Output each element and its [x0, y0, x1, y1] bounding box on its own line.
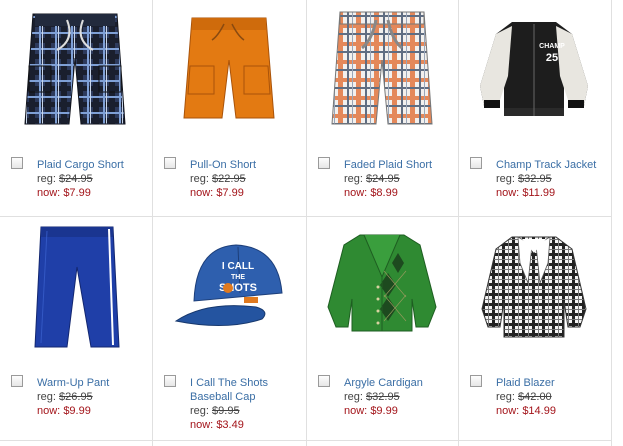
- jacket-print: 25: [546, 52, 558, 64]
- product-image-champ-track-jacket[interactable]: CHAMP 25: [472, 6, 596, 134]
- product-name-link[interactable]: Argyle Cardigan: [344, 376, 469, 390]
- product-image-warm-up-pant[interactable]: [13, 223, 137, 351]
- product-grid: Plaid Cargo Short reg: $24.95 now: $7.99…: [0, 0, 623, 446]
- regular-price: reg: $24.95: [344, 173, 400, 185]
- regular-price: reg: $24.95: [37, 173, 93, 185]
- product-card: Plaid Blazer reg: $42.00 now: $14.99: [459, 217, 611, 433]
- product-name-link[interactable]: Plaid Cargo Short: [37, 158, 162, 172]
- compare-checkbox[interactable]: [164, 157, 176, 169]
- product-name-link[interactable]: Pull-On Short: [190, 158, 315, 172]
- product-card: CHAMP 25 Champ Track Jacket reg: $32.95 …: [459, 0, 611, 216]
- regular-price: reg: $42.00: [496, 391, 552, 403]
- regular-price: reg: $9.95: [190, 405, 240, 417]
- regular-price: reg: $22.95: [190, 173, 246, 185]
- product-image-plaid-blazer[interactable]: [472, 223, 596, 351]
- compare-checkbox[interactable]: [164, 375, 176, 387]
- sale-price: now: $7.99: [37, 187, 91, 199]
- product-name-link[interactable]: Plaid Blazer: [496, 376, 621, 390]
- compare-checkbox[interactable]: [318, 157, 330, 169]
- compare-checkbox[interactable]: [470, 375, 482, 387]
- sale-price: now: $8.99: [344, 187, 398, 199]
- product-card: Pull-On Short reg: $22.95 now: $7.99: [153, 0, 305, 216]
- product-name-link[interactable]: I Call The Shots Baseball Cap: [190, 376, 315, 404]
- regular-price: reg: $32.95: [496, 173, 552, 185]
- sale-price: now: $14.99: [496, 405, 556, 417]
- jacket-print: CHAMP: [539, 43, 565, 50]
- product-card: Faded Plaid Short reg: $24.95 now: $8.99: [307, 0, 459, 216]
- compare-checkbox[interactable]: [11, 375, 23, 387]
- compare-checkbox[interactable]: [470, 157, 482, 169]
- product-image-pull-on-short[interactable]: [166, 6, 290, 134]
- product-name-link[interactable]: Champ Track Jacket: [496, 158, 621, 172]
- compare-checkbox[interactable]: [318, 375, 330, 387]
- product-image-faded-plaid-short[interactable]: [320, 6, 444, 134]
- sale-price: now: $3.49: [190, 419, 244, 431]
- compare-checkbox[interactable]: [11, 157, 23, 169]
- cap-print: THE: [231, 274, 245, 281]
- product-name-link[interactable]: Faded Plaid Short: [344, 158, 469, 172]
- cap-print: I CALL: [222, 261, 254, 272]
- sale-price: now: $7.99: [190, 187, 244, 199]
- sale-price: now: $11.99: [496, 187, 556, 199]
- divider: [0, 440, 612, 441]
- regular-price: reg: $32.95: [344, 391, 400, 403]
- sale-price: now: $9.99: [37, 405, 91, 417]
- product-name-link[interactable]: Warm-Up Pant: [37, 376, 162, 390]
- product-card: Argyle Cardigan reg: $32.95 now: $9.99: [307, 217, 459, 433]
- product-image-baseball-cap[interactable]: I CALL THE SHOTS: [166, 223, 290, 351]
- product-image-argyle-cardigan[interactable]: [320, 223, 444, 351]
- sale-price: now: $9.99: [344, 405, 398, 417]
- regular-price: reg: $26.95: [37, 391, 93, 403]
- product-card: Plaid Cargo Short reg: $24.95 now: $7.99: [0, 0, 152, 216]
- product-card: Warm-Up Pant reg: $26.95 now: $9.99: [0, 217, 152, 433]
- product-image-plaid-cargo-short[interactable]: [13, 6, 137, 134]
- product-card: I CALL THE SHOTS I Call The Shots Basebal…: [153, 217, 305, 433]
